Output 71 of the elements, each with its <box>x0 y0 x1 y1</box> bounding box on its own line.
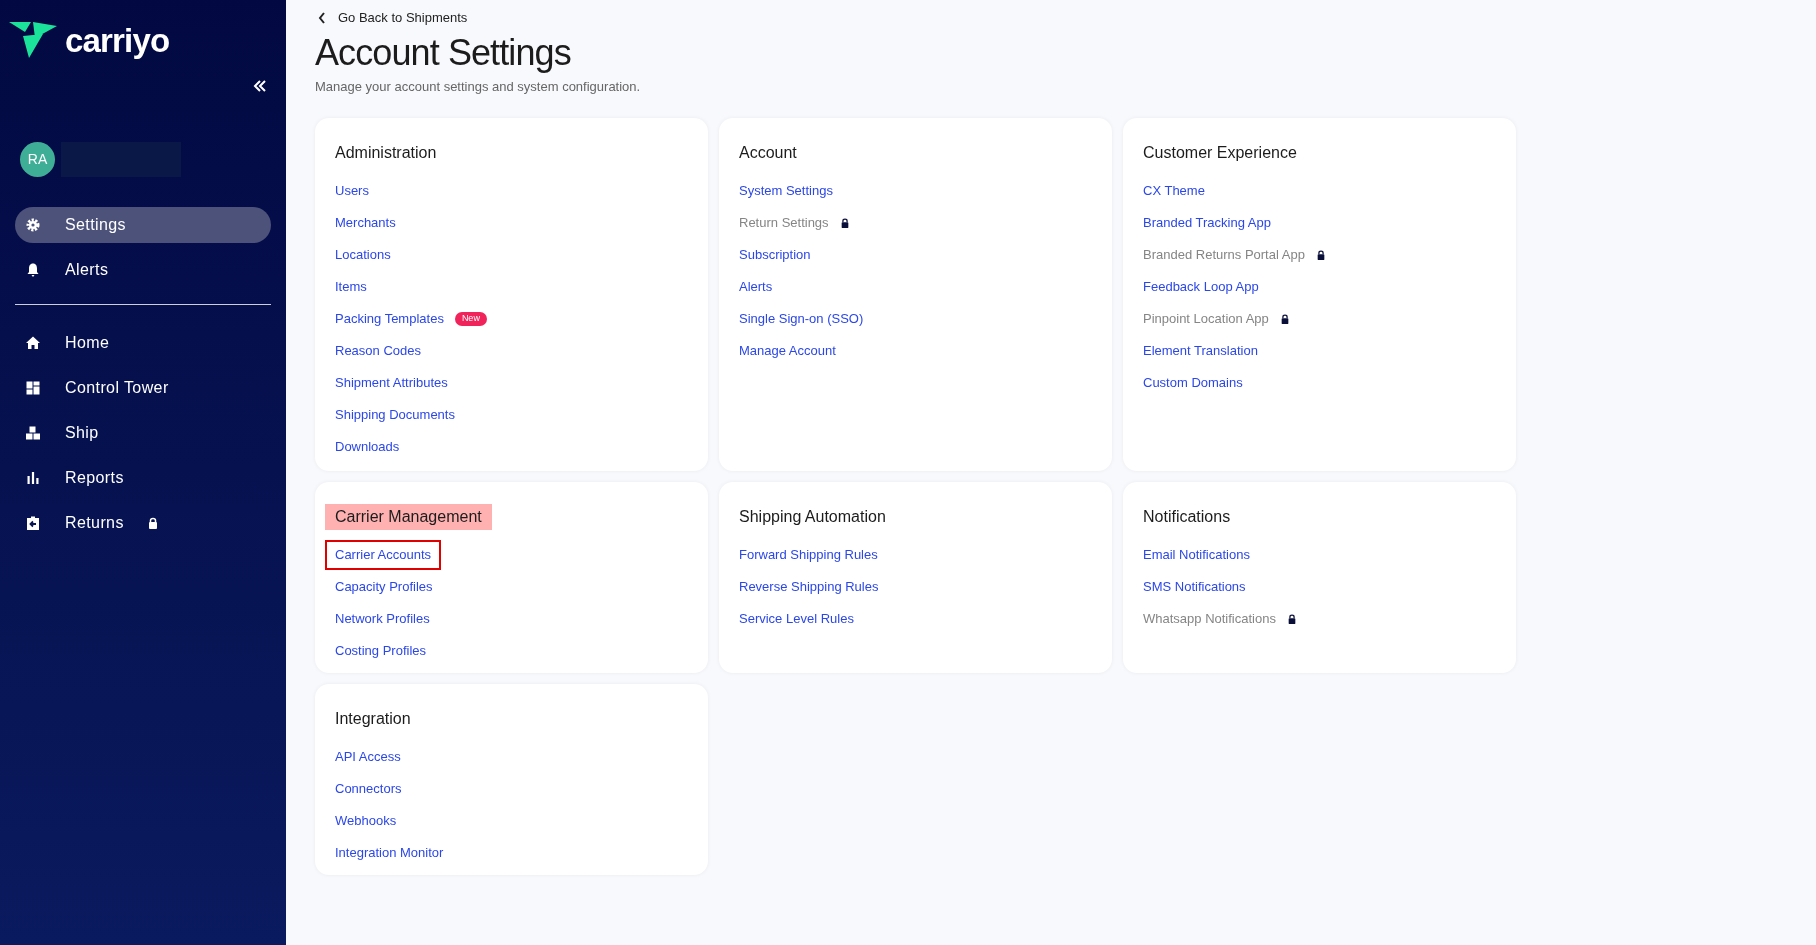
page-subtitle: Manage your account settings and system configuration. <box>315 77 642 96</box>
settings-link[interactable]: Alerts <box>737 272 775 302</box>
back-link[interactable]: Go Back to Shipments <box>318 8 1816 28</box>
settings-link[interactable]: Webhooks <box>333 806 399 836</box>
card-title: Administration <box>335 143 437 163</box>
settings-link[interactable]: Reverse Shipping Rules <box>737 572 881 602</box>
lock-icon <box>1286 614 1297 624</box>
bar-chart-icon <box>25 470 41 486</box>
settings-link[interactable]: Single Sign-on (SSO) <box>737 304 866 334</box>
settings-link[interactable]: Shipment Attributes <box>333 368 450 398</box>
settings-link[interactable]: CX Theme <box>1141 176 1207 206</box>
logo-wordmark: carriyo <box>65 23 170 57</box>
lock-icon <box>1279 314 1290 324</box>
settings-link[interactable]: Feedback Loop App <box>1141 272 1261 302</box>
settings-link[interactable]: Email Notifications <box>1141 540 1252 570</box>
page-title: Account Settings <box>315 30 572 75</box>
sidebar-nav-item[interactable]: Returns <box>15 505 271 541</box>
settings-link[interactable]: Integration Monitor <box>333 838 446 868</box>
settings-link[interactable]: Capacity Profiles <box>333 572 435 602</box>
settings-link[interactable]: Packing Templates <box>333 304 446 334</box>
settings-link[interactable]: Manage Account <box>737 336 838 366</box>
lock-icon <box>1315 250 1326 260</box>
settings-link[interactable]: Element Translation <box>1141 336 1260 366</box>
settings-link[interactable]: Custom Domains <box>1141 368 1245 398</box>
settings-link[interactable]: SMS Notifications <box>1141 572 1248 602</box>
logo-icon <box>9 22 57 58</box>
settings-link[interactable]: Carrier Accounts <box>325 540 442 570</box>
settings-link[interactable]: Whatsapp Notifications <box>1141 604 1278 634</box>
sidebar-nav-item[interactable]: Alerts <box>15 252 271 288</box>
card-title: Notifications <box>1143 507 1231 527</box>
dashboard-icon <box>25 380 41 396</box>
card-title: Customer Experience <box>1143 143 1297 163</box>
card-title: Account <box>739 143 797 163</box>
gear-icon <box>25 217 41 233</box>
sidebar-nav-item[interactable]: Control Tower <box>15 370 271 406</box>
settings-link[interactable]: Reason Codes <box>333 336 423 366</box>
settings-link[interactable]: Forward Shipping Rules <box>737 540 880 570</box>
settings-link[interactable]: Pinpoint Location App <box>1141 304 1271 334</box>
settings-link[interactable]: API Access <box>333 742 403 772</box>
lock-icon <box>839 218 850 228</box>
new-badge: New <box>454 312 487 326</box>
settings-link[interactable]: Downloads <box>333 432 402 462</box>
card-title: Integration <box>335 709 411 729</box>
settings-link[interactable]: Connectors <box>333 774 404 804</box>
settings-link[interactable]: Return Settings <box>737 208 831 238</box>
sidebar-nav-item[interactable]: Ship <box>15 415 271 451</box>
bell-icon <box>25 262 41 278</box>
settings-link[interactable]: Service Level Rules <box>737 604 856 634</box>
settings-link[interactable]: Items <box>333 272 369 302</box>
settings-link[interactable]: Users <box>333 176 371 206</box>
settings-link[interactable]: Branded Returns Portal App <box>1141 240 1307 270</box>
card-title: Shipping Automation <box>739 507 886 527</box>
settings-link[interactable]: Network Profiles <box>333 604 432 634</box>
double-chevron-left-icon <box>252 78 268 94</box>
settings-link[interactable]: System Settings <box>737 176 835 206</box>
clipboard-arrow-icon <box>25 515 41 531</box>
settings-link[interactable]: Locations <box>333 240 393 270</box>
lock-icon <box>146 517 159 529</box>
card-title: Carrier Management <box>325 504 492 530</box>
settings-link[interactable]: Branded Tracking App <box>1141 208 1273 238</box>
settings-link[interactable]: Shipping Documents <box>333 400 457 430</box>
sidebar-nav-item[interactable]: Reports <box>15 460 271 496</box>
settings-link[interactable]: Subscription <box>737 240 813 270</box>
settings-link[interactable]: Merchants <box>333 208 398 238</box>
home-icon <box>25 335 41 351</box>
sidebar-nav-item[interactable]: Settings <box>15 207 271 243</box>
boxes-icon <box>25 425 41 441</box>
chevron-left-icon <box>318 11 326 24</box>
settings-link[interactable]: Costing Profiles <box>333 636 429 666</box>
collapse-button[interactable] <box>252 78 268 94</box>
sidebar-nav-item[interactable]: Home <box>15 325 271 361</box>
